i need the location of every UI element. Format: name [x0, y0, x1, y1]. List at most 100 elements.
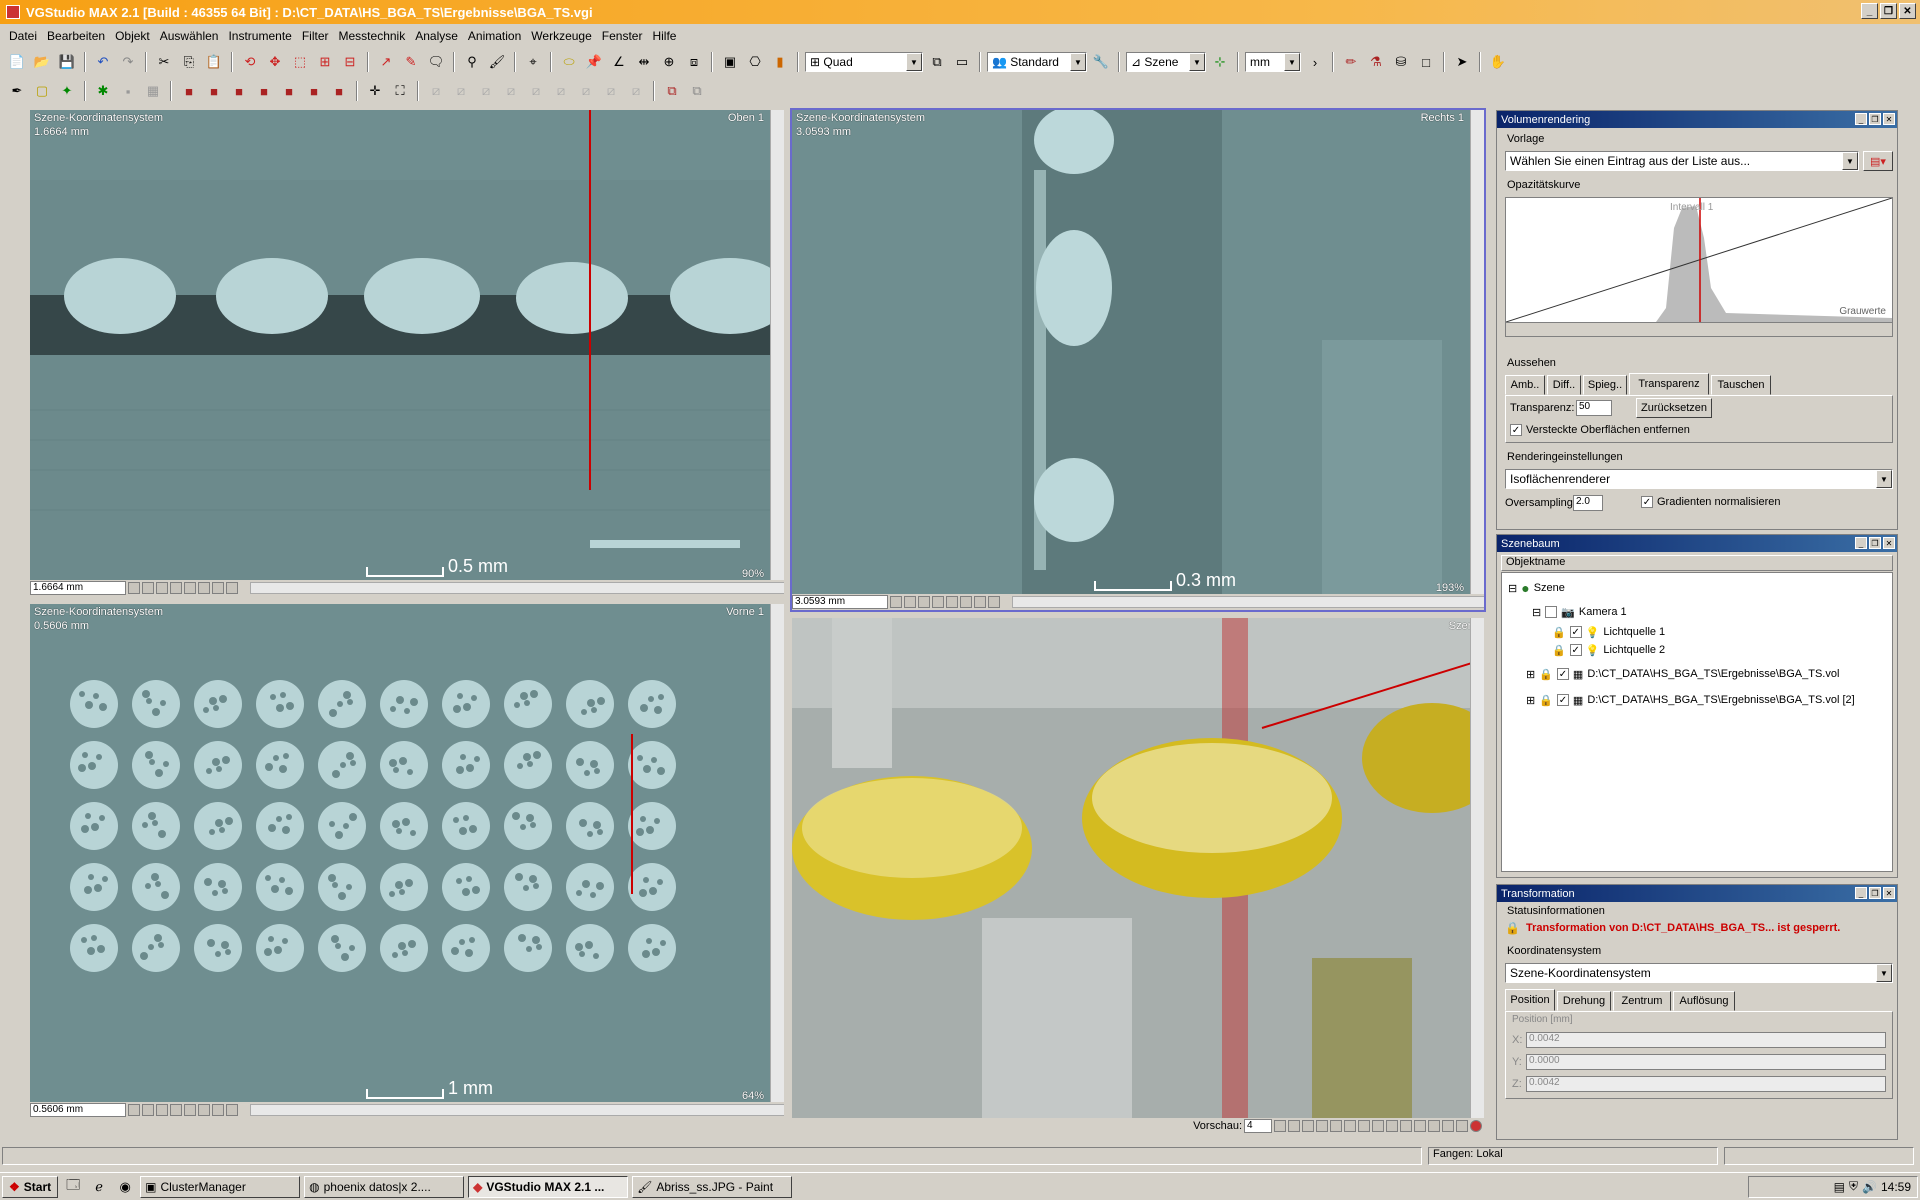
y-input[interactable]: 0.0000 [1526, 1054, 1886, 1070]
view-tool-icon[interactable] [212, 1104, 224, 1116]
bug-icon[interactable]: ✱ [92, 80, 114, 102]
export-2-icon[interactable]: ⧉ [686, 80, 708, 102]
expand-icon[interactable]: ⊞ [1526, 668, 1535, 681]
select-plus-icon[interactable]: ⊞ [314, 51, 336, 73]
render-tool-icon[interactable] [1372, 1120, 1384, 1132]
view-tool-icon[interactable] [904, 596, 916, 608]
coord-select[interactable]: ⊿ Szene ▼ [1126, 52, 1206, 72]
annotation-icon[interactable]: 🗨 [425, 51, 447, 73]
brush-icon[interactable]: 🖌 [486, 51, 508, 73]
select-minus-icon[interactable]: ⊟ [339, 51, 361, 73]
quicklaunch-ie-icon[interactable]: ℯ [88, 1176, 110, 1198]
tree-item-light-1[interactable]: 🔒 ✓ 💡 Lichtquelle 1 [1552, 623, 1665, 641]
box-red-6-icon[interactable]: ■ [303, 80, 325, 102]
color-box-icon[interactable]: □ [1415, 51, 1437, 73]
task-clustermanager[interactable]: ▣ ClusterManager [140, 1175, 301, 1198]
tree-item-volume-2[interactable]: ⊞ 🔒 ✓ ▦ D:\CT_DATA\HS_BGA_TS\Ergebnisse\BGA_… [1526, 691, 1855, 709]
view-tool-icon[interactable] [128, 582, 140, 594]
target-icon[interactable]: ⊕ [658, 51, 680, 73]
chevron-down-icon[interactable]: ▼ [1876, 964, 1892, 982]
render-tool-icon[interactable] [1456, 1120, 1468, 1132]
view-right-slice[interactable]: Szene-Koordinatensystem 3.0593 mm Rechts… [790, 108, 1486, 612]
copy-icon[interactable]: ⎘ [178, 51, 200, 73]
vertical-scrollbar[interactable] [1470, 618, 1484, 1118]
curve-scrollbar[interactable] [1506, 322, 1892, 336]
horizontal-scrollbar[interactable] [1012, 596, 1484, 608]
coord-axes-icon[interactable]: ⊹ [1209, 51, 1231, 73]
hand-icon[interactable]: ✋ [1487, 51, 1509, 73]
unit-select[interactable]: mm ▼ [1245, 52, 1301, 72]
quicklaunch-media-icon[interactable]: ◉ [114, 1176, 136, 1198]
view-tool-icon[interactable] [184, 582, 196, 594]
tree-item-volume-1[interactable]: ⊞ 🔒 ✓ ▦ D:\CT_DATA\HS_BGA_TS\Ergebnisse\BGA_… [1526, 665, 1839, 683]
select-icon[interactable]: ⬚ [289, 51, 311, 73]
tab-diffuse[interactable]: Diff.. [1547, 375, 1581, 395]
new-file-icon[interactable]: 📄 [6, 51, 28, 73]
rect-select-icon[interactable]: ▢ [31, 80, 53, 102]
chevron-down-icon[interactable]: ▼ [1070, 53, 1086, 71]
horizontal-scrollbar[interactable] [250, 582, 784, 594]
minimize-icon[interactable]: _ [1855, 537, 1867, 549]
tab-transparency[interactable]: Transparenz [1629, 373, 1709, 395]
magic-wand-icon[interactable]: ✦ [56, 80, 78, 102]
menu-werkzeuge[interactable]: Werkzeuge [526, 29, 596, 43]
tree-item-light-2[interactable]: 🔒 ✓ 💡 Lichtquelle 2 [1552, 641, 1665, 659]
chevron-down-icon[interactable]: ▼ [1189, 53, 1205, 71]
view-tool-icon[interactable] [142, 582, 154, 594]
menu-filter[interactable]: Filter [297, 29, 334, 43]
render-icon[interactable]: ▣ [719, 51, 741, 73]
render-tool-icon[interactable] [1330, 1120, 1342, 1132]
hidden-surfaces-option[interactable]: ✓ Versteckte Oberflächen entfernen [1510, 424, 1690, 436]
minimize-icon[interactable]: _ [1855, 113, 1867, 125]
view-top-slice[interactable]: Szene-Koordinatensystem 1.6664 mm Oben 1… [28, 108, 786, 598]
maximize-button[interactable]: ❐ [1880, 3, 1897, 19]
x-input[interactable]: 0.0042 [1526, 1032, 1886, 1048]
move-cross-icon[interactable]: ✛ [364, 80, 386, 102]
render-tool-icon[interactable] [1288, 1120, 1300, 1132]
render-tool-icon[interactable] [1358, 1120, 1370, 1132]
distance-icon[interactable]: ⇹ [633, 51, 655, 73]
pencil-icon[interactable]: ✏ [1340, 51, 1362, 73]
close-button[interactable]: ✕ [1899, 3, 1916, 19]
view-tool-icon[interactable] [170, 582, 182, 594]
open-folder-icon[interactable]: 📂 [31, 51, 53, 73]
tab-center[interactable]: Zentrum [1613, 991, 1671, 1011]
move-icon[interactable]: ✥ [264, 51, 286, 73]
render-tool-icon[interactable] [1414, 1120, 1426, 1132]
volume-2-checkbox[interactable]: ✓ [1556, 694, 1569, 706]
render-tool-icon[interactable] [1400, 1120, 1412, 1132]
field-select[interactable]: 3.0593 mm [792, 595, 888, 609]
menu-analyse[interactable]: Analyse [410, 29, 463, 43]
render-tool-icon[interactable] [1386, 1120, 1398, 1132]
export-icon[interactable]: ⧉ [661, 80, 683, 102]
vorlage-select[interactable]: Wählen Sie einen Eintrag aus der Liste a… [1505, 151, 1859, 171]
normalize-gradients-checkbox[interactable]: ✓ [1641, 496, 1653, 508]
layout-select[interactable]: ⊞ Quad ▼ [805, 52, 923, 72]
box-red-icon[interactable]: ■ [178, 80, 200, 102]
view-tool-icon[interactable] [198, 582, 210, 594]
light-2-checkbox[interactable]: ✓ [1569, 644, 1582, 656]
view-tool-icon[interactable] [960, 596, 972, 608]
view-tool-icon[interactable] [156, 582, 168, 594]
column-header[interactable]: Objektname [1501, 555, 1893, 571]
tree-item-camera[interactable]: ⊟ 📷 Kamera 1 [1532, 603, 1627, 621]
task-paint[interactable]: 🖌 Abriss_ss.JPG - Paint [632, 1175, 793, 1198]
normalize-gradients-option[interactable]: ✓ Gradienten normalisieren [1641, 496, 1781, 508]
start-button[interactable]: ❖ Start [2, 1175, 59, 1198]
marker-icon[interactable]: ✎ [400, 51, 422, 73]
minimize-icon[interactable]: _ [1855, 887, 1867, 899]
vertical-scrollbar[interactable] [770, 604, 784, 1102]
grey-grid-icon[interactable]: ▦ [142, 80, 164, 102]
view-tool-icon[interactable] [988, 596, 1000, 608]
view-tool-icon[interactable] [946, 596, 958, 608]
tree-item-scene[interactable]: ⊟ ● Szene [1508, 579, 1565, 597]
render-tool-icon[interactable] [1344, 1120, 1356, 1132]
view-3d-scene[interactable]: Szene Vorschau: 4 [790, 616, 1486, 1136]
window-icon[interactable]: ▭ [951, 51, 973, 73]
collapse-icon[interactable]: ⊟ [1508, 582, 1517, 595]
tab-ambient[interactable]: Amb.. [1505, 375, 1545, 395]
tray-shield-icon[interactable]: ⛨ [1849, 1179, 1858, 1194]
box-red-3-icon[interactable]: ■ [228, 80, 250, 102]
view-tool-icon[interactable] [226, 582, 238, 594]
view-tool-icon[interactable] [212, 582, 224, 594]
